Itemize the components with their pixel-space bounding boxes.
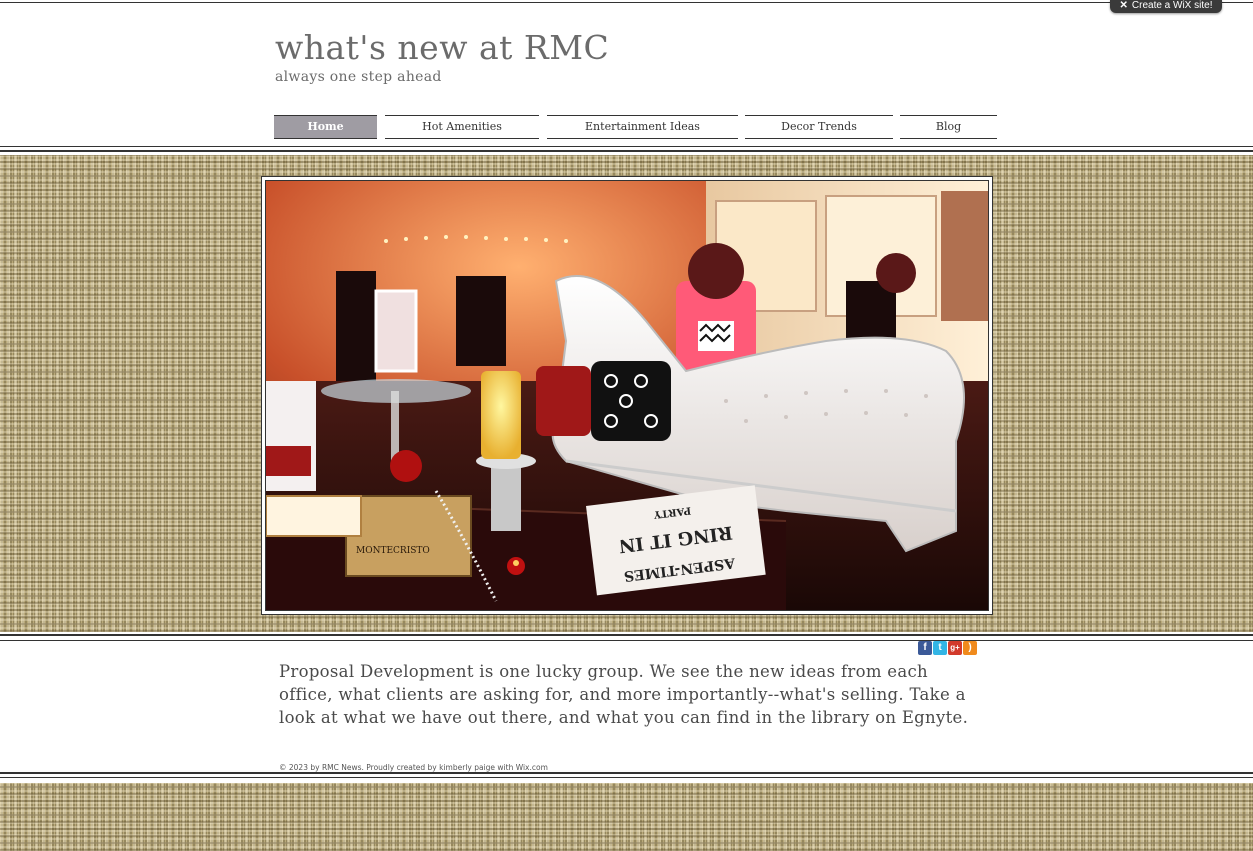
- rss-icon[interactable]: ): [963, 641, 977, 655]
- nav-item-hot-amenities[interactable]: Hot Amenities: [385, 115, 539, 139]
- site-title: what's new at RMC: [275, 28, 610, 67]
- top-rule: [0, 2, 1253, 3]
- wix-x-icon: ✕: [1119, 0, 1128, 11]
- hero-photo[interactable]: MONTECRISTO PARTY RING IT IN ASPEN-TIMES: [265, 180, 989, 611]
- footer-rule-2: [0, 777, 1253, 778]
- footer-credit: © 2023 by RMC News. Proudly created by k…: [279, 763, 548, 772]
- create-wix-site-badge[interactable]: ✕ Create a WiX site!: [1110, 0, 1222, 13]
- nav-item-entertainment-ideas[interactable]: Entertainment Ideas: [547, 115, 738, 139]
- footer-rule-1: [0, 772, 1253, 774]
- nav-item-decor-trends[interactable]: Decor Trends: [745, 115, 893, 139]
- burlap-footer-band: [0, 783, 1253, 851]
- twitter-icon[interactable]: t: [933, 641, 947, 655]
- wix-badge-label: Create a WiX site!: [1131, 0, 1213, 11]
- nav-item-home[interactable]: Home: [274, 115, 377, 139]
- header-rule-2: [0, 150, 1253, 152]
- site-tagline: always one step ahead: [275, 69, 442, 85]
- intro-paragraph: Proposal Development is one lucky group.…: [279, 662, 969, 727]
- google-plus-icon[interactable]: g+: [948, 641, 962, 655]
- band-rule-1: [0, 634, 1253, 636]
- band-rule-2: [0, 640, 1253, 641]
- cigar-box-label: MONTECRISTO: [356, 546, 430, 556]
- nav-item-blog[interactable]: Blog: [900, 115, 997, 139]
- main-nav: Home Hot Amenities Entertainment Ideas D…: [0, 115, 1253, 139]
- social-icons: f t g+ ): [918, 641, 977, 655]
- facebook-icon[interactable]: f: [918, 641, 932, 655]
- hero-photo-frame: MONTECRISTO PARTY RING IT IN ASPEN-TIMES: [261, 176, 993, 615]
- header-rule-1: [0, 146, 1253, 147]
